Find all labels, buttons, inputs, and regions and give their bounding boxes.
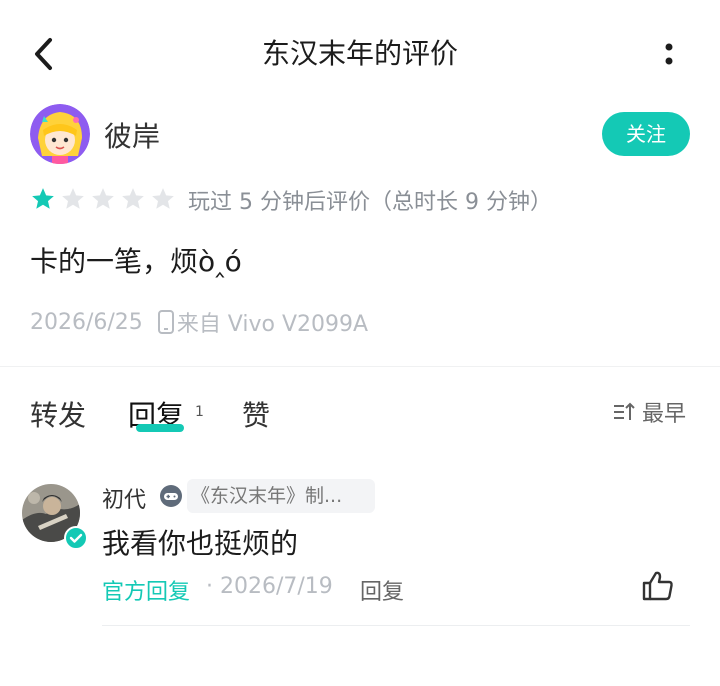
follow-button[interactable]: 关注 [602,112,690,156]
check-icon [69,533,83,543]
active-tab-indicator [136,424,184,432]
sort-label: 最早 [642,402,687,427]
phone-icon [157,310,174,334]
star-rating [30,186,176,212]
reply-button[interactable]: 回复 [360,574,404,606]
developer-tag[interactable]: 《东汉末年》制... [187,479,375,513]
more-vertical-icon [665,43,673,65]
star-empty-icon [152,188,174,209]
review-meta: 2026/6/25 来自 Vivo V2099A [30,306,368,338]
avatar-image [30,104,90,164]
official-reply-label: 官方回复 [102,580,191,605]
replier-name[interactable]: 初代 [102,482,146,514]
tab-like[interactable]: 赞 [242,394,270,434]
section-divider [0,366,720,367]
star-empty-icon [92,188,114,209]
reply-count: 1 [195,404,204,420]
star-filled-icon [32,188,54,209]
page-title: 东汉末年的评价 [261,37,458,70]
reply-divider [102,625,690,626]
reply-text: 我看你也挺烦的 [102,527,299,560]
game-controller-icon [159,484,183,508]
thumbs-up-icon [642,571,673,601]
play-duration-note: 玩过 5 分钟后评价（总时长 9 分钟） [188,190,552,215]
more-button[interactable] [654,36,684,72]
verified-badge [64,526,88,550]
review-device: 来自 Vivo V2099A [176,312,369,337]
review-date: 2026/6/25 [30,309,143,335]
sort-icon [614,402,635,420]
like-button[interactable] [640,568,676,604]
review-text: 卡的一笔，烦ò‸ó [30,245,242,278]
reviewer-name[interactable]: 彼岸 [104,115,160,155]
sort-button[interactable]: 最早 [612,396,686,428]
reply-date: · 2026/7/19 [206,574,333,599]
tab-forward[interactable]: 转发 [30,394,86,434]
star-empty-icon [122,188,144,209]
star-empty-icon [62,188,84,209]
reviewer-avatar[interactable] [30,104,90,164]
